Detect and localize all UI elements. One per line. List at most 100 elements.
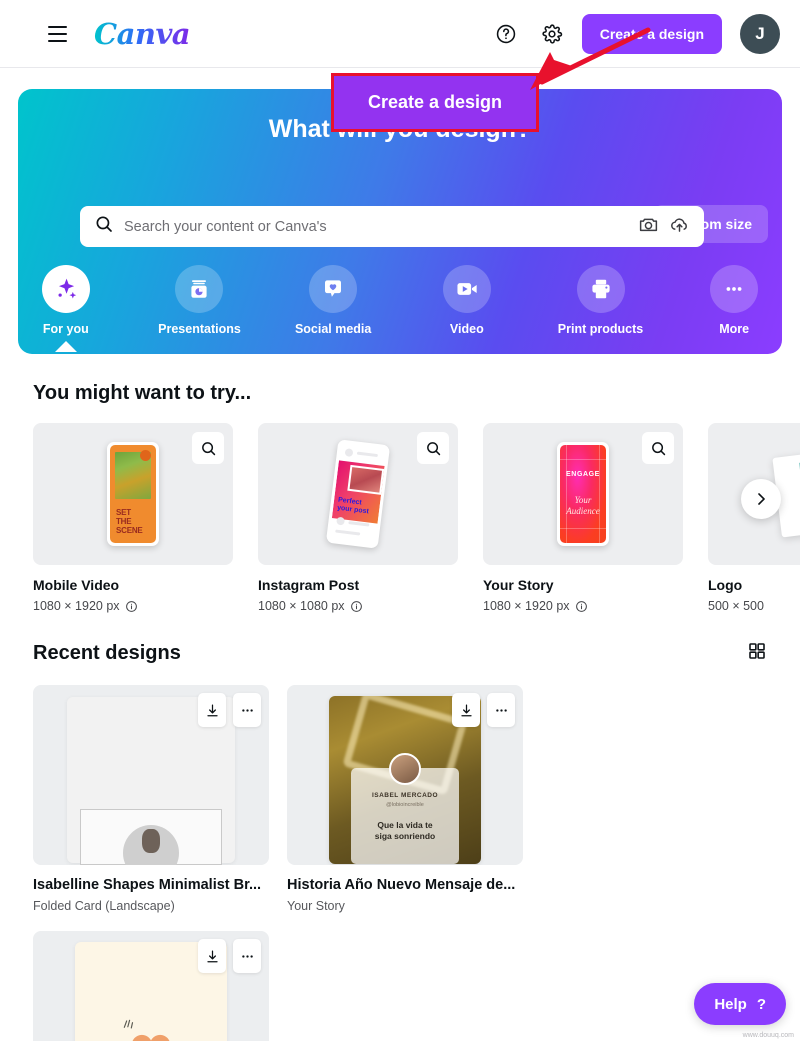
watermark: www.douuq.com (742, 1032, 794, 1039)
search-bar[interactable] (80, 206, 704, 247)
recent-design-name: Historia Año Nuevo Mensaje de... (287, 877, 516, 893)
category-tab-more[interactable]: More (686, 265, 782, 336)
phone-mockup-engage: ENGAGE Your Audience (557, 442, 609, 546)
recent-card-actions (452, 693, 515, 727)
active-tab-caret (54, 341, 77, 352)
thumbnail-art-text: SET THE SCENE (116, 508, 143, 535)
cloud-upload-icon[interactable] (669, 214, 690, 240)
recent-design-card[interactable]: ISABEL MERCADO @lobioincreible Que la vi… (287, 685, 523, 913)
try-card-dimensions-text: 500 × 500 (708, 599, 764, 613)
try-card[interactable]: Perfect your post Instagram Post 1080 × (258, 423, 458, 613)
info-icon[interactable] (575, 600, 588, 613)
category-label: Social media (294, 322, 372, 336)
printer-icon (576, 265, 625, 313)
annotation-arrow (530, 27, 651, 90)
ellipsis-icon[interactable] (487, 693, 515, 727)
info-icon[interactable] (125, 600, 138, 613)
recent-design-card[interactable]: Muted Green And Orange Scan... Phone Wal… (33, 931, 269, 1041)
category-tab-for-you[interactable]: For you (18, 265, 114, 352)
try-card-thumbnail[interactable]: SET THE SCENE (33, 423, 233, 565)
top-navigation-bar: Canva Create a design J (0, 0, 800, 68)
ellipsis-icon[interactable] (233, 939, 261, 973)
recent-design-type: Folded Card (Landscape) (33, 899, 175, 913)
try-card-dimensions: 1080 × 1920 px (483, 599, 683, 613)
question-mark-icon: ? (756, 995, 766, 1013)
phone-mockup-set-the-scene: SET THE SCENE (107, 442, 159, 546)
annotation-callout-box: Create a design (331, 73, 539, 132)
try-card-name: Mobile Video (33, 577, 120, 593)
search-icon[interactable] (417, 432, 449, 464)
download-icon[interactable] (452, 693, 480, 727)
try-card-name: Instagram Post (258, 577, 360, 593)
download-icon[interactable] (198, 693, 226, 727)
try-card[interactable]: ENGAGE Your Audience Your Story 1080 × 19… (483, 423, 683, 613)
category-tab-presentations[interactable]: Presentations (152, 265, 248, 336)
search-icon (94, 214, 114, 239)
try-section: You might want to try... SET THE SCENE M… (0, 382, 800, 613)
camera-icon[interactable] (638, 214, 659, 240)
phone-mockup-instagram-post: Perfect your post (325, 439, 391, 549)
thumbnail-art-text: ENGAGE (566, 471, 600, 478)
search-actions (638, 214, 690, 240)
ellipsis-icon[interactable] (233, 693, 261, 727)
search-icon[interactable] (192, 432, 224, 464)
try-card-thumbnail[interactable]: ENGAGE Your Audience (483, 423, 683, 565)
help-label: Help (714, 995, 747, 1013)
annotation-label: Create a design (367, 92, 503, 112)
category-label: More (719, 322, 750, 336)
user-avatar[interactable]: J (740, 13, 780, 54)
recent-section-header: Recent designs (33, 641, 767, 666)
canva-logo[interactable]: Canva (94, 17, 191, 51)
try-card-name: Logo (708, 577, 743, 593)
recent-design-thumbnail[interactable] (33, 685, 269, 865)
heart-icon (132, 1034, 170, 1041)
category-tab-print-products[interactable]: Print products (553, 265, 649, 336)
try-card-name: Your Story (483, 577, 554, 593)
category-label: Presentations (158, 322, 241, 336)
download-icon[interactable] (198, 939, 226, 973)
story-handle: @lobioincreible (386, 802, 424, 808)
story-handle-name: ISABEL MERCADO (371, 792, 439, 799)
category-tab-video[interactable]: Video (419, 265, 515, 336)
try-card-dimensions-text: 1080 × 1920 px (483, 599, 570, 613)
try-section-title: You might want to try... (33, 382, 252, 404)
story-message: Que la vida te siga sonriendo (374, 820, 436, 841)
recent-design-name: Isabelline Shapes Minimalist Br... (33, 877, 262, 893)
try-card-carousel: SET THE SCENE Mobile Video 1080 × 1920 px (33, 423, 800, 613)
search-icon[interactable] (642, 432, 674, 464)
heart-bubble-icon (309, 265, 358, 313)
help-button[interactable]: Help ? (694, 983, 786, 1025)
chevron-right-icon[interactable] (741, 479, 781, 519)
try-card-dimensions: 1080 × 1080 px (258, 599, 458, 613)
presentation-icon (175, 265, 224, 313)
thumbnail-art-subtext: Your Audience (566, 495, 600, 516)
try-card-dimensions: 1080 × 1920 px (33, 599, 233, 613)
recent-designs-grid: Isabelline Shapes Minimalist Br... Folde… (33, 685, 767, 1041)
category-tab-social-media[interactable]: Social media (285, 265, 381, 336)
recent-card-actions (198, 939, 261, 973)
question-circle-icon[interactable] (490, 18, 522, 50)
search-input[interactable] (124, 218, 628, 235)
canva-homepage: Canva Create a design J What will you de… (0, 0, 800, 1041)
try-card-dimensions-text: 1080 × 1080 px (258, 599, 345, 613)
category-label: For you (42, 322, 89, 336)
try-card-dimensions: 500 × 500 (708, 599, 800, 613)
recent-card-actions (198, 693, 261, 727)
try-section-header: You might want to try... (33, 382, 767, 405)
category-label: Video (449, 322, 484, 336)
recent-design-thumbnail[interactable]: ISABEL MERCADO @lobioincreible Que la vi… (287, 685, 523, 865)
hamburger-menu-icon[interactable] (42, 19, 72, 49)
try-card-dimensions-text: 1080 × 1920 px (33, 599, 120, 613)
ellipsis-icon (710, 265, 759, 313)
recent-section-title: Recent designs (33, 642, 181, 664)
info-icon[interactable] (350, 600, 363, 613)
grid-view-icon[interactable] (747, 641, 767, 666)
try-card[interactable]: SET THE SCENE Mobile Video 1080 × 1920 px (33, 423, 233, 613)
recent-designs-section: Recent designs Isabelline Shapes Minimal… (0, 641, 800, 1041)
try-card-thumbnail[interactable]: Perfect your post (258, 423, 458, 565)
recent-design-thumbnail[interactable] (33, 931, 269, 1041)
recent-design-card[interactable]: Isabelline Shapes Minimalist Br... Folde… (33, 685, 269, 913)
recent-design-type: Your Story (287, 899, 345, 913)
video-camera-icon (442, 265, 491, 313)
sparkle-icon (41, 265, 90, 313)
